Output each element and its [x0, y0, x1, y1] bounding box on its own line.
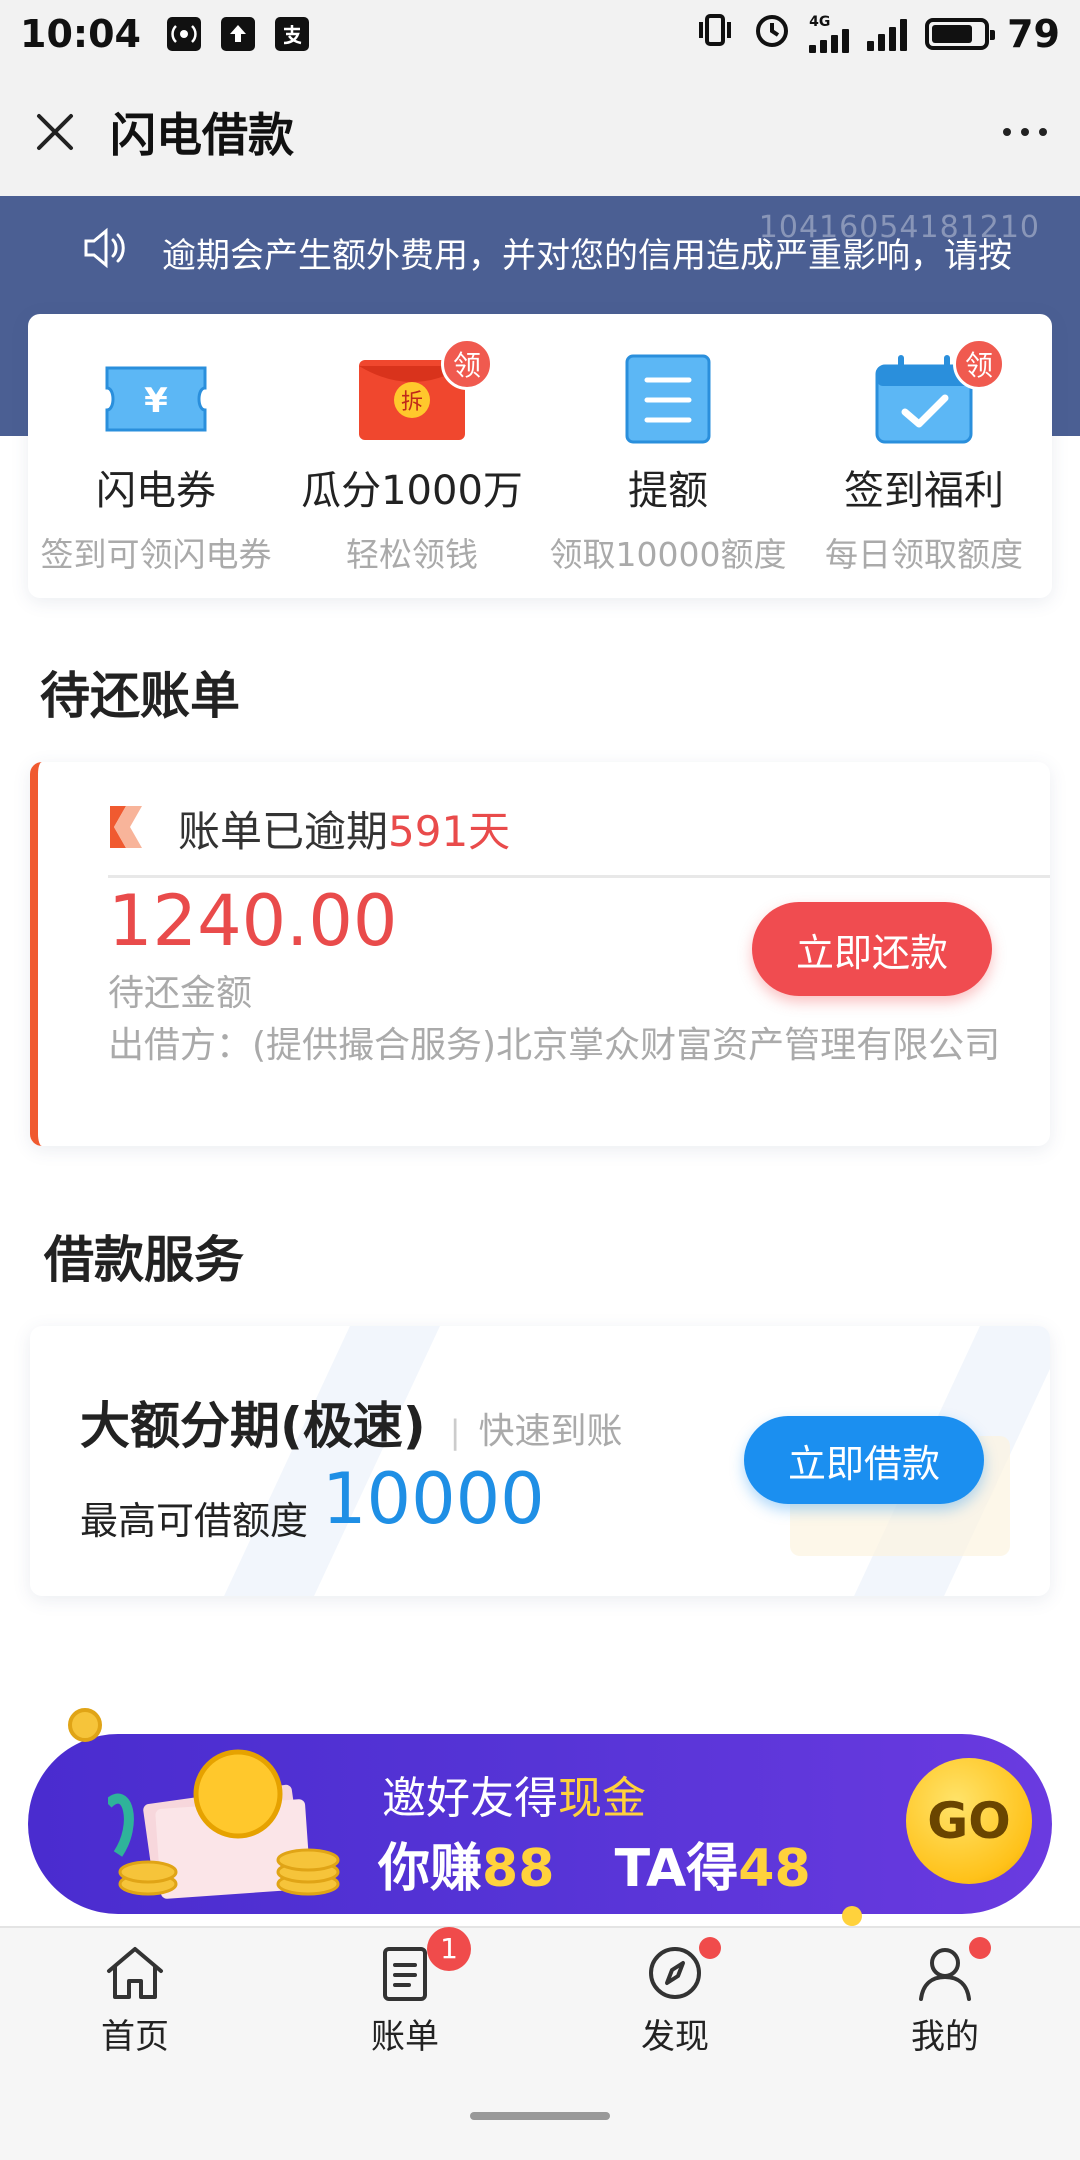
nav-item-home[interactable]: 首页 [0, 1928, 270, 2070]
loan-product-card[interactable]: 大额分期(极速) | 快速到账 最高可借额度 10000 立即借款 [30, 1326, 1050, 1596]
bill-amount-label: 待还金额 [108, 973, 253, 1014]
loan-tag: 快速到账 [478, 1411, 623, 1452]
close-button[interactable] [0, 68, 110, 196]
loan-limit-label: 最高可借额度 [80, 1499, 309, 1543]
quick-action-flash-coupon[interactable]: ¥ 闪电券 签到可领闪电券 [28, 314, 284, 598]
wifi-signal-icon [867, 17, 908, 51]
ticket-icon: ¥ [101, 354, 211, 444]
cell-signal-icon [809, 29, 850, 53]
nav-item-profile[interactable]: 我的 [810, 1928, 1080, 2070]
quick-action-label: 提额 [628, 468, 708, 514]
bill-card[interactable]: 账单已逾期591天 1240.00 待还金额 出借方：(提供撮合服务)北京掌众财… [30, 762, 1050, 1146]
network-type: 4G [809, 14, 831, 30]
loan-limit-value: 10000 [322, 1458, 545, 1540]
coin-icon [68, 1708, 102, 1742]
quick-actions-card: ¥ 闪电券 签到可领闪电券 拆 领 瓜分1000万 轻松领钱 提额 领取1000… [28, 314, 1052, 598]
nav-item-discover[interactable]: 发现 [540, 1928, 810, 2070]
gesture-area [0, 2070, 1080, 2160]
speaker-icon [82, 226, 130, 279]
page-title: 闪电借款 [110, 108, 294, 162]
notice-text: 逾期会产生额外费用，并对您的信用造成严重影响，请按 [162, 235, 1012, 276]
svg-text:¥: ¥ [144, 381, 168, 421]
envelope-text: 拆 [401, 390, 423, 415]
more-button[interactable] [970, 68, 1080, 196]
discover-dot [699, 1936, 721, 1959]
quick-action-label: 闪电券 [96, 468, 216, 514]
invite-banner[interactable]: 邀好友得现金 你赚88 TA得48 GO [28, 1708, 1052, 1926]
signal-app-icon [166, 17, 201, 51]
battery-icon [925, 18, 996, 50]
more-icon [1003, 128, 1011, 136]
bill-flag-icon [108, 804, 144, 854]
quick-action-subtitle: 签到可领闪电券 [40, 535, 272, 574]
alipay-icon [274, 17, 309, 51]
vibrate-icon [695, 12, 735, 57]
profile-icon [913, 1936, 991, 2005]
loan-services-title: 借款服务 [44, 1231, 244, 1289]
red-envelope-icon: 拆 领 [357, 338, 493, 444]
invite-headline: 邀好友得现金 [382, 1762, 646, 1826]
invite-you-earn-amount: 88 [482, 1839, 555, 1899]
go-button[interactable]: GO [906, 1758, 1032, 1884]
money-stack-illustration [104, 1744, 348, 1904]
profile-dot [969, 1936, 991, 1959]
bill-header: 账单已逾期591天 [108, 782, 1050, 878]
calendar-check-icon: 领 [869, 338, 1005, 444]
loan-product-name: 大额分期(极速) | 快速到账 [80, 1386, 623, 1458]
quick-action-raise-limit[interactable]: 提额 领取10000额度 [540, 314, 796, 598]
quick-action-subtitle: 轻松领钱 [346, 535, 478, 574]
lender-info: 出借方：(提供撮合服务)北京掌众财富资产管理有限公司 [108, 1025, 1001, 1066]
alarm-icon [753, 11, 791, 58]
quick-action-subtitle: 每日领取额度 [825, 535, 1023, 574]
quick-action-subtitle: 领取10000额度 [549, 535, 787, 574]
bill-icon: 1 [373, 1926, 471, 2005]
pending-bills-title: 待还账单 [40, 667, 240, 725]
loan-separator: | [449, 1413, 461, 1451]
invite-rewards: 你赚88 TA得48 [378, 1826, 811, 1901]
loan-product-name-text: 大额分期(极速) [80, 1397, 426, 1455]
nav-item-bills[interactable]: 1 账单 [270, 1926, 540, 2070]
upload-icon [220, 17, 255, 51]
quick-action-label: 签到福利 [844, 468, 1004, 514]
nav-label: 我的 [911, 2016, 979, 2057]
nav-label: 发现 [641, 2016, 709, 2057]
status-time: 10:04 [20, 12, 141, 56]
invite-headline-prefix: 邀好友得 [382, 1773, 558, 1824]
close-icon [37, 114, 73, 150]
battery-level: 79 [1007, 12, 1060, 56]
coin-icon [842, 1906, 862, 1926]
quick-action-checkin-bonus[interactable]: 领 签到福利 每日领取额度 [796, 314, 1052, 598]
quick-action-split-reward[interactable]: 拆 领 瓜分1000万 轻松领钱 [284, 314, 540, 598]
overdue-days: 591天 [388, 807, 511, 856]
borrow-now-button[interactable]: 立即借款 [744, 1416, 984, 1504]
bill-amount: 1240.00 [108, 880, 398, 962]
invite-friend-earns: TA得 [614, 1839, 739, 1899]
home-icon [103, 1941, 167, 2005]
gesture-bar[interactable] [470, 2112, 610, 2120]
document-icon [613, 354, 723, 444]
bill-status: 账单已逾期591天 [178, 798, 510, 859]
claim-badge: 领 [953, 338, 1005, 390]
bill-count-badge: 1 [427, 1926, 471, 1971]
invite-friend-earns-amount: 48 [738, 1839, 811, 1899]
repay-now-button[interactable]: 立即还款 [752, 902, 992, 996]
compass-icon [643, 1936, 721, 2005]
invite-you-earn: 你赚 [378, 1839, 483, 1899]
bill-status-prefix: 账单已逾期 [178, 807, 389, 856]
status-bar: 10:04 4G 79 [0, 0, 1080, 68]
invite-headline-highlight: 现金 [558, 1773, 646, 1824]
quick-action-label: 瓜分1000万 [301, 468, 523, 514]
bottom-nav: 首页 1 账单 发现 我的 [0, 1926, 1080, 2070]
nav-label: 账单 [371, 2016, 439, 2057]
claim-badge: 领 [441, 338, 493, 390]
nav-label: 首页 [101, 2016, 169, 2057]
notice-marquee[interactable]: 逾期会产生额外费用，并对您的信用造成严重影响，请按 [0, 196, 1080, 308]
title-bar: 闪电借款 [0, 68, 1080, 196]
